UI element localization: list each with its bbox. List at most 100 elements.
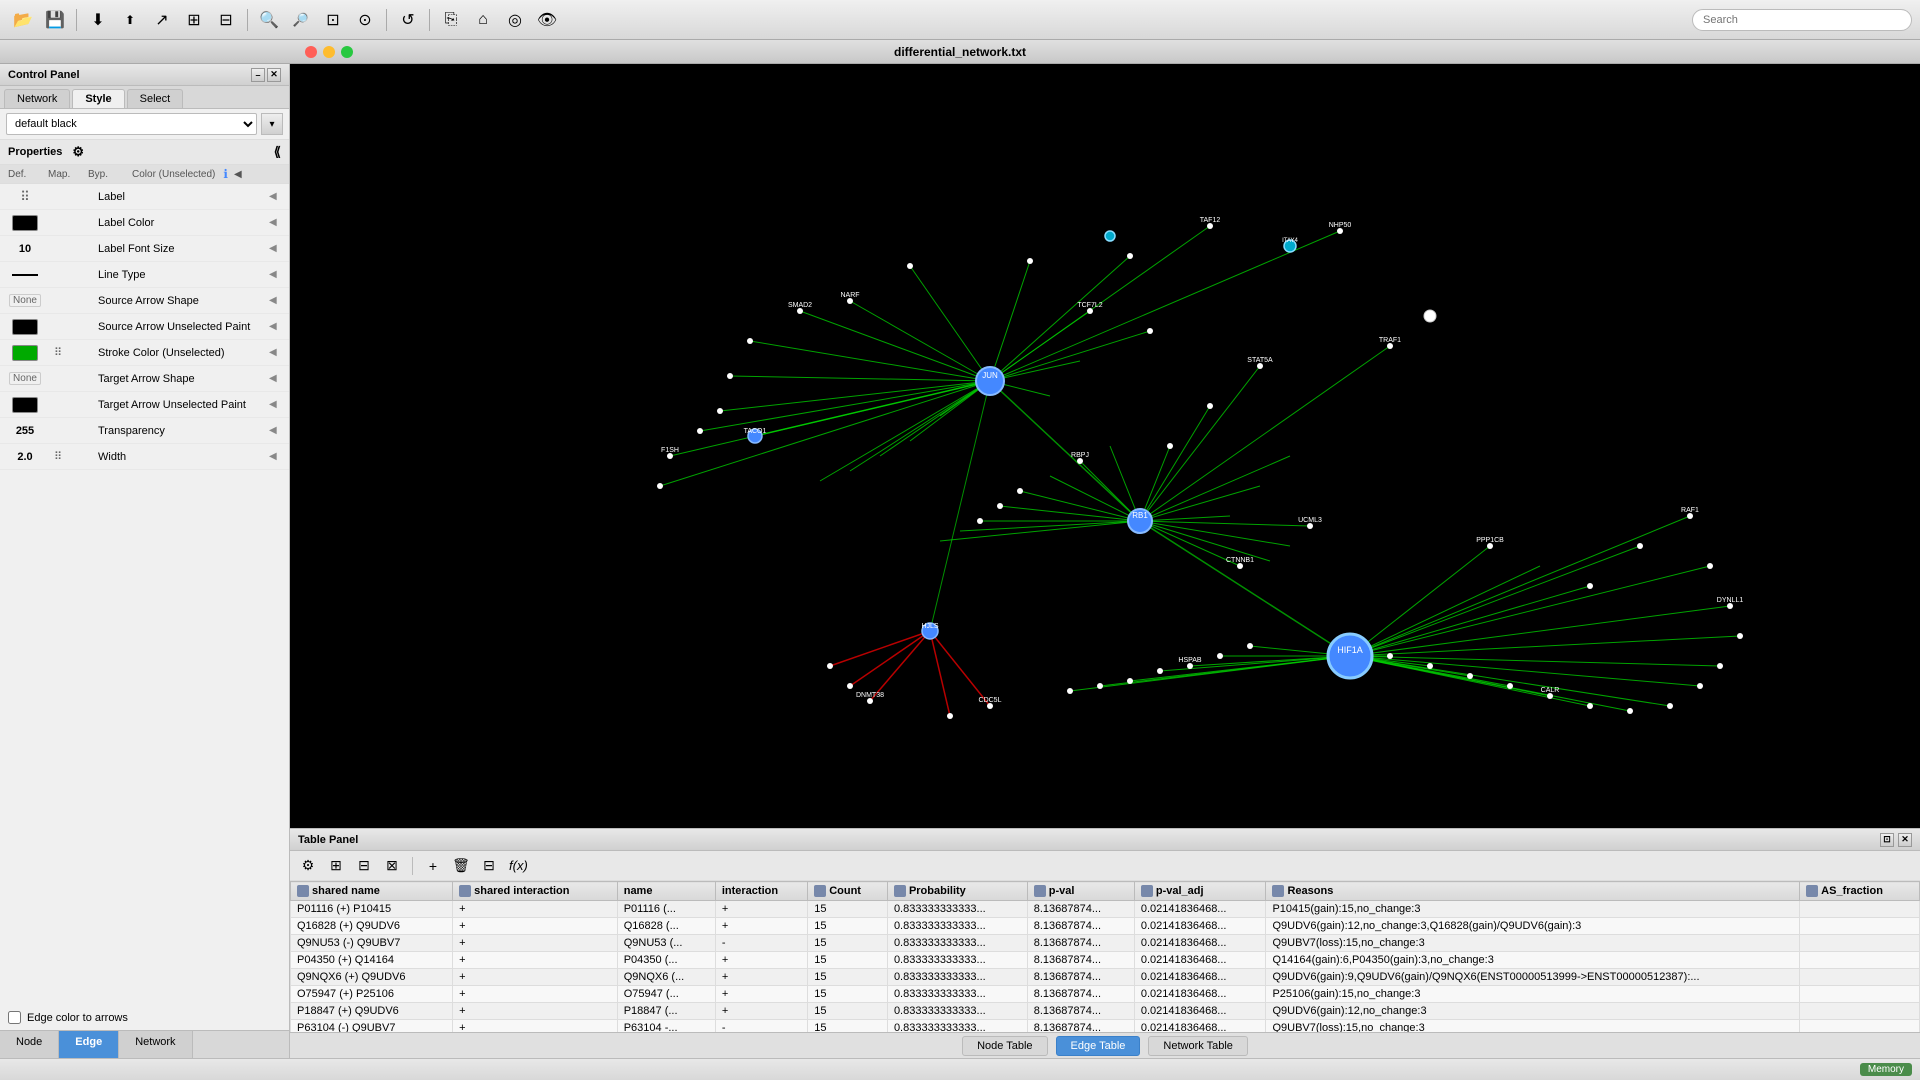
open-session-btn[interactable]: 📂 xyxy=(8,6,38,34)
label-prop-arrow[interactable]: ◀ xyxy=(269,191,285,202)
th-count[interactable]: Count xyxy=(808,882,888,901)
prop-stroke-color-def[interactable] xyxy=(4,345,46,361)
th-probability[interactable]: Probability xyxy=(887,882,1027,901)
target-arrow-paint-prop-arrow[interactable]: ◀ xyxy=(269,399,285,410)
cell-count: 15 xyxy=(808,969,888,986)
target-arrow-paint-swatch[interactable] xyxy=(12,397,38,413)
th-shared-interaction[interactable]: shared interaction xyxy=(453,882,618,901)
style-dropdown-row: default black ▾ xyxy=(0,109,289,140)
table-fx-btn[interactable]: f(x) xyxy=(505,854,532,878)
data-table-container[interactable]: shared name shared interaction name inte… xyxy=(290,881,1920,1032)
save-session-btn[interactable]: 💾 xyxy=(40,6,70,34)
tab-style[interactable]: Style xyxy=(72,89,124,108)
target-arrow-prop-arrow[interactable]: ◀ xyxy=(269,373,285,384)
line-type-prop-arrow[interactable]: ◀ xyxy=(269,269,285,280)
th-interaction[interactable]: interaction xyxy=(715,882,807,901)
th-pval-adj[interactable]: p-val_adj xyxy=(1134,882,1266,901)
table-row: O75947 (+) P25106 + O75947 (... + 15 0.8… xyxy=(291,986,1920,1003)
font-size-prop-arrow[interactable]: ◀ xyxy=(269,243,285,254)
close-window-btn[interactable] xyxy=(305,46,317,58)
hide-btn[interactable]: ◎ xyxy=(500,6,530,34)
prop-stroke-color-map[interactable]: ⠿ xyxy=(46,346,70,359)
minimize-window-btn[interactable] xyxy=(323,46,335,58)
cell-reasons: Q9UDV6(gain):12,no_change:3,Q16828(gain)… xyxy=(1266,918,1800,935)
layout3-btn[interactable]: ⊟ xyxy=(211,6,241,34)
transparency-prop-arrow[interactable]: ◀ xyxy=(269,425,285,436)
table-filter2-btn[interactable]: ⊠ xyxy=(380,854,404,878)
bottom-tab-network[interactable]: Network xyxy=(119,1031,192,1058)
source-arrow-paint-prop-arrow[interactable]: ◀ xyxy=(269,321,285,332)
zoom-in-btn[interactable]: 🔍 xyxy=(254,6,284,34)
search-input[interactable] xyxy=(1692,9,1912,31)
zoom-fit-btn[interactable]: ⊡ xyxy=(318,6,348,34)
table-expand-btn[interactable]: ⊡ xyxy=(1880,833,1894,847)
prop-width-map[interactable]: ⠿ xyxy=(46,450,70,463)
zoom-reset-btn[interactable]: ⊙ xyxy=(350,6,380,34)
cell-pval-adj: 0.02141836468... xyxy=(1134,986,1266,1003)
svg-text:SMAD2: SMAD2 xyxy=(788,302,812,309)
panel-minimize-btn[interactable]: – xyxy=(251,68,265,82)
table-gear-btn[interactable]: ⚙ xyxy=(296,854,320,878)
stroke-color-prop-arrow[interactable]: ◀ xyxy=(269,347,285,358)
th-reasons[interactable]: Reasons xyxy=(1266,882,1800,901)
table-filter1-btn[interactable]: ⊟ xyxy=(352,854,376,878)
bottom-tab-node[interactable]: Node xyxy=(0,1031,59,1058)
layout2-btn[interactable]: ⊞ xyxy=(179,6,209,34)
panel-close-btn[interactable]: ✕ xyxy=(267,68,281,82)
share-btn[interactable]: ↗ xyxy=(147,6,177,34)
import-btn[interactable]: ⬇ xyxy=(83,6,113,34)
cell-name: P63104 -... xyxy=(617,1020,715,1032)
prop-source-arrow-paint-def[interactable] xyxy=(4,319,46,335)
color-expand-icon[interactable]: ◀ xyxy=(234,169,242,180)
cell-as-fraction xyxy=(1800,952,1920,969)
copy-btn[interactable]: ⎘ xyxy=(436,6,466,34)
table-delete-btn[interactable]: 🗑 xyxy=(449,854,473,878)
cell-as-fraction xyxy=(1800,901,1920,918)
table-tab-edge[interactable]: Edge Table xyxy=(1056,1036,1141,1056)
zoom-out-btn[interactable]: 🔎 xyxy=(286,6,316,34)
table-panel-header: Table Panel ⊡ ✕ xyxy=(290,829,1920,851)
table-columns-btn[interactable]: ⊞ xyxy=(324,854,348,878)
tab-select[interactable]: Select xyxy=(127,89,184,108)
prop-width-def[interactable]: 2.0 xyxy=(4,451,46,463)
source-arrow-paint-swatch[interactable] xyxy=(12,319,38,335)
memory-badge[interactable]: Memory xyxy=(1860,1063,1912,1076)
bottom-tab-edge[interactable]: Edge xyxy=(59,1031,119,1058)
width-prop-arrow[interactable]: ◀ xyxy=(269,451,285,462)
source-arrow-prop-arrow[interactable]: ◀ xyxy=(269,295,285,306)
tab-network[interactable]: Network xyxy=(4,89,70,108)
stroke-color-swatch[interactable] xyxy=(12,345,38,361)
prop-source-arrow-def[interactable]: None xyxy=(4,294,46,307)
home-btn[interactable]: ⌂ xyxy=(468,6,498,34)
table-add-btn[interactable]: + xyxy=(421,854,445,878)
network-canvas[interactable]: JUN RB1 HIF1A TACO1 HJLS TAF12 NHP50 TRA… xyxy=(290,64,1920,828)
refresh-btn[interactable]: ↺ xyxy=(393,6,423,34)
style-select[interactable]: default black xyxy=(6,113,257,135)
table-tab-network[interactable]: Network Table xyxy=(1148,1036,1248,1056)
label-color-swatch[interactable] xyxy=(12,215,38,231)
export-btn[interactable]: ⬆ xyxy=(115,6,145,34)
th-pval[interactable]: p-val xyxy=(1027,882,1134,901)
prop-line-type-def[interactable] xyxy=(4,274,46,276)
prop-transparency-def[interactable]: 255 xyxy=(4,425,46,437)
col-byp-label: Byp. xyxy=(88,169,124,180)
prop-label-color-def[interactable] xyxy=(4,215,46,231)
th-shared-name[interactable]: shared name xyxy=(291,882,453,901)
color-info-icon[interactable]: ℹ xyxy=(223,167,228,181)
edge-color-checkbox[interactable] xyxy=(8,1011,21,1024)
maximize-window-btn[interactable] xyxy=(341,46,353,58)
prop-font-size-def[interactable]: 10 xyxy=(4,243,46,255)
label-dots-icon[interactable]: ⠿ xyxy=(20,189,30,205)
table-close-btn[interactable]: ✕ xyxy=(1898,833,1912,847)
properties-list: ⠿ Label ◀ Label Color ◀ 10 xyxy=(0,184,289,1005)
label-color-prop-arrow[interactable]: ◀ xyxy=(269,217,285,228)
show-btn[interactable]: 👁 xyxy=(532,6,562,34)
table-options-btn[interactable]: ⊟ xyxy=(477,854,501,878)
th-name[interactable]: name xyxy=(617,882,715,901)
table-tab-node[interactable]: Node Table xyxy=(962,1036,1047,1056)
prop-target-arrow-def[interactable]: None xyxy=(4,372,46,385)
prop-target-arrow-paint-def[interactable] xyxy=(4,397,46,413)
th-as-fraction[interactable]: AS_fraction xyxy=(1800,882,1920,901)
style-options-btn[interactable]: ▾ xyxy=(261,113,283,135)
properties-expand-btn[interactable]: ⟪ xyxy=(274,144,281,160)
